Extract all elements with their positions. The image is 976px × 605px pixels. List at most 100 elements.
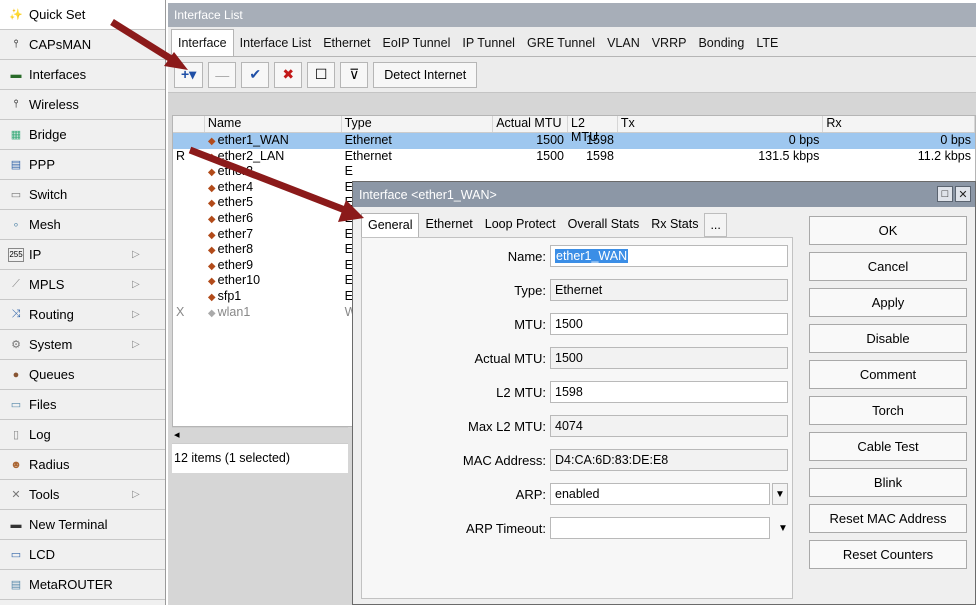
sidebar-item-system[interactable]: ⚙ System ▷ [0, 330, 165, 360]
sidebar-item-label: PPP [29, 157, 56, 172]
sidebar-item-quick-set[interactable]: ✨ Quick Set [0, 0, 165, 30]
name-cell: ◆ ether9 [205, 258, 342, 274]
sidebar-item-switch[interactable]: ▭ Switch [0, 180, 165, 210]
comment-button[interactable]: Comment [809, 360, 967, 389]
sidebar-item-capsman[interactable]: ⫯ CAPsMAN [0, 30, 165, 60]
table-row[interactable]: R ◆ ether2_LAN Ethernet 1500 1598 131.5 kbps 11… [173, 149, 975, 165]
dropdown-icon[interactable]: ▼ [772, 483, 788, 505]
table-row[interactable]: ◆ ether1_WAN Ethernet 1500 1598 0 bps 0 bps [173, 133, 975, 149]
blink-button[interactable]: Blink [809, 468, 967, 497]
tx-cell [618, 164, 823, 180]
cable-test-button[interactable]: Cable Test [809, 432, 967, 461]
name-cell: ◆ wlan1 [205, 305, 342, 321]
column-l2-mtu[interactable]: L2 MTU [568, 116, 618, 144]
rx-cell [823, 164, 975, 180]
actual-mtu-cell: 1500 [536, 133, 565, 147]
tx-cell: 0 bps [788, 133, 820, 147]
sidebar-item-files[interactable]: ▭ Files [0, 390, 165, 420]
comment-button[interactable]: ☐ [307, 61, 336, 88]
tab-lte[interactable]: LTE [750, 30, 784, 56]
tab-rx-stats[interactable]: Rx Stats [645, 213, 704, 237]
actual-mtu-cell [493, 164, 568, 180]
tab-bonding[interactable]: Bonding [692, 30, 750, 56]
sidebar-item-mpls[interactable]: ⟋ MPLS ▷ [0, 270, 165, 300]
disable-button[interactable]: ✖ [274, 61, 303, 88]
column-actual-mtu[interactable]: Actual MTU [493, 116, 569, 132]
tab-loop-protect[interactable]: Loop Protect [479, 213, 562, 237]
sidebar-item-queues[interactable]: ● Queues [0, 360, 165, 390]
reset-mac-address-button[interactable]: Reset MAC Address [809, 504, 967, 533]
more-tabs-button[interactable]: ... [704, 213, 727, 237]
interface-name: ether10 [217, 273, 261, 288]
sidebar-item-interfaces[interactable]: ▬ Interfaces [0, 60, 165, 90]
sidebar-item-radius[interactable]: ☻ Radius [0, 450, 165, 480]
tab-general[interactable]: General [361, 213, 420, 237]
arp-timeout-field[interactable] [550, 517, 770, 539]
add-button[interactable]: +▾ [174, 61, 204, 88]
sidebar-item-wireless[interactable]: ⫯ Wireless [0, 90, 165, 120]
ok-button[interactable]: OK [809, 216, 967, 245]
detect-internet-button[interactable]: Detect Internet [373, 61, 478, 88]
sidebar-item-ppp[interactable]: ▤ PPP [0, 150, 165, 180]
tab-gre-tunnel[interactable]: GRE Tunnel [521, 30, 601, 56]
tab-overall-stats[interactable]: Overall Stats [562, 213, 646, 237]
ethernet-port-icon: ◆ [207, 167, 216, 179]
interface-name: ether7 [217, 226, 254, 241]
sidebar-item-label: Radius [29, 457, 70, 472]
flag-cell [173, 258, 205, 274]
close-icon[interactable]: ✕ [955, 186, 971, 202]
sidebar-item-bridge[interactable]: ▦ Bridge [0, 120, 165, 150]
flag-cell [173, 289, 205, 305]
column-type[interactable]: Type [342, 116, 494, 132]
column-rx[interactable]: Rx [823, 116, 976, 132]
column-name[interactable]: Name [205, 116, 342, 132]
sidebar-item-routing[interactable]: ⤨ Routing ▷ [0, 300, 165, 330]
disable-button[interactable]: Disable [809, 324, 967, 353]
remove-button[interactable]: — [208, 61, 237, 88]
name-cell: ◆ ether3 [205, 164, 342, 180]
maximize-icon[interactable]: □ [937, 186, 953, 202]
name-field[interactable]: ether1_WAN [550, 245, 788, 267]
torch-button[interactable]: Torch [809, 396, 967, 425]
dialog-title-bar[interactable]: Interface <ether1_WAN> □ ✕ [353, 182, 975, 207]
tab-interface-list[interactable]: Interface List [234, 30, 318, 56]
scroll-left-icon[interactable]: ◂ [174, 429, 180, 441]
column-tx[interactable]: Tx [618, 116, 824, 132]
sidebar-item-metarouter[interactable]: ▤ MetaROUTER [0, 570, 165, 600]
horizontal-scrollbar[interactable]: ◂ [172, 427, 348, 443]
tab-vlan[interactable]: VLAN [601, 30, 646, 56]
sidebar-item-mesh[interactable]: ∘ Mesh [0, 210, 165, 240]
interface-name: ether8 [217, 242, 254, 257]
enable-button[interactable]: ✔ [241, 61, 270, 88]
tab-ethernet[interactable]: Ethernet [419, 213, 478, 237]
tx-cell: 131.5 kbps [758, 148, 820, 163]
arp-select[interactable]: enabled [550, 483, 770, 505]
folder-icon: ▭ [10, 399, 22, 411]
reset-counters-button[interactable]: Reset Counters [809, 540, 967, 569]
sidebar-item-ip[interactable]: 255 IP ▷ [0, 240, 165, 270]
rx-cell: 11.2 kbps [917, 148, 972, 163]
table-row[interactable]: ◆ ether3 E [173, 164, 975, 180]
l2-mtu-field[interactable]: 1598 [550, 381, 788, 403]
ethernet-port-icon: ◆ [207, 136, 216, 147]
column-flag[interactable] [173, 116, 205, 132]
sidebar-item-log[interactable]: ▯ Log [0, 420, 165, 450]
sidebar-item-lcd[interactable]: ▭ LCD [0, 540, 165, 570]
tab-eoip-tunnel[interactable]: EoIP Tunnel [376, 30, 456, 56]
interface-name: wlan1 [217, 304, 251, 319]
tab-ip-tunnel[interactable]: IP Tunnel [456, 30, 521, 56]
sidebar-item-new-terminal[interactable]: ▬ New Terminal [0, 510, 165, 540]
toolbar: +▾ — ✔ ✖ ☐ ⊽ Detect Internet [168, 57, 976, 93]
sidebar-item-tools[interactable]: ✕ Tools ▷ [0, 480, 165, 510]
mtu-field[interactable]: 1500 [550, 313, 788, 335]
interface-name: ether4 [217, 179, 254, 194]
cancel-button[interactable]: Cancel [809, 252, 967, 281]
type-cell: Ethernet [344, 148, 392, 163]
apply-button[interactable]: Apply [809, 288, 967, 317]
expand-arrow-icon[interactable]: ▼ [778, 523, 788, 534]
tab-interface[interactable]: Interface [171, 29, 234, 56]
tab-vrrp[interactable]: VRRP [646, 30, 693, 56]
filter-button[interactable]: ⊽ [340, 61, 369, 88]
arp-label: ARP: [515, 486, 546, 502]
tab-ethernet[interactable]: Ethernet [317, 30, 376, 56]
